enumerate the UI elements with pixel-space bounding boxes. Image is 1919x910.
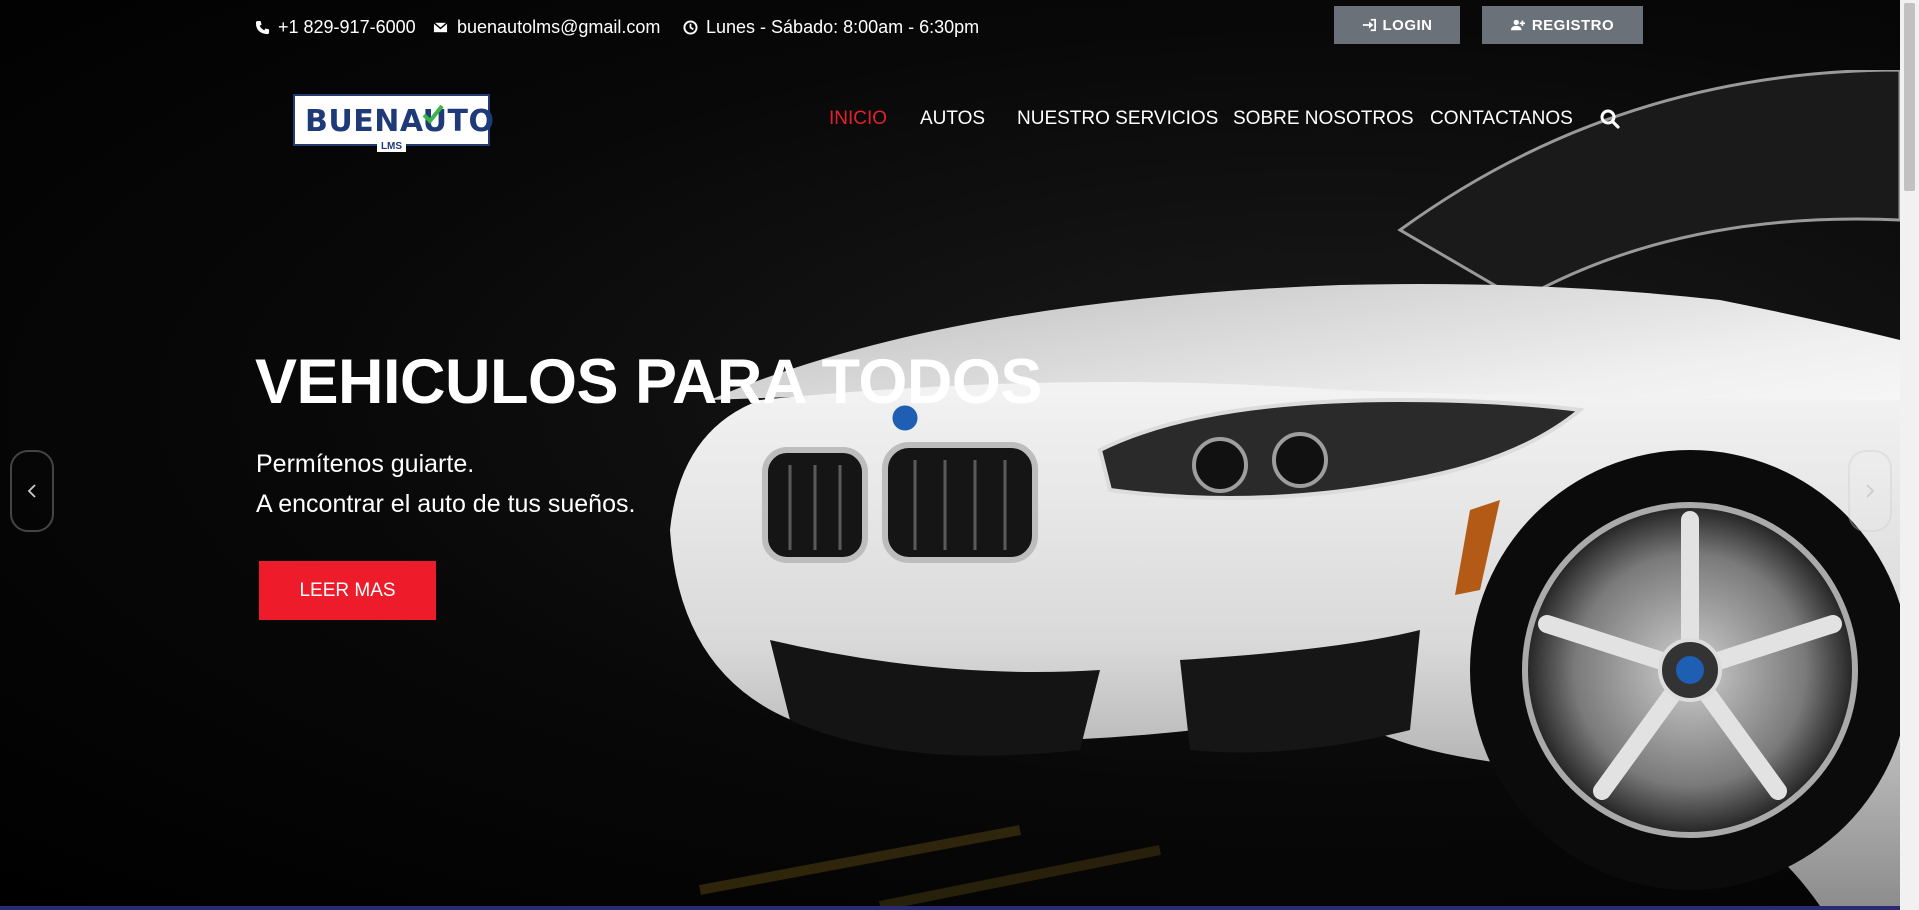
page-bottom-edge [0,906,1900,910]
nav-item-inicio[interactable]: INICIO [829,108,887,130]
login-button[interactable]: LOGIN [1334,6,1460,44]
sign-in-icon [1362,18,1376,32]
chevron-right-icon [1866,484,1875,498]
hours-text: Lunes - Sábado: 8:00am - 6:30pm [706,17,980,37]
scrollbar-thumb[interactable] [1904,3,1915,191]
slider-prev-button[interactable] [10,450,54,532]
phone-text: +1 829-917-6000 [278,17,416,37]
register-button[interactable]: REGISTRO [1482,6,1643,44]
leer-mas-button[interactable]: LEER MAS [259,561,436,620]
hero-subtitle-line-2: A encontrar el auto de tus sueños. [256,490,636,518]
business-hours: Lunes - Sábado: 8:00am - 6:30pm [683,17,979,38]
hero-title: VEHICULOS PARA TODOS [255,347,1042,417]
chevron-left-icon [27,484,36,498]
hero-section: +1 829-917-6000 buenautolms@gmail.com Lu… [0,0,1900,906]
car-image [670,70,1900,906]
login-label: LOGIN [1382,16,1433,34]
logo-subtext: LMS [376,141,407,152]
top-bar: +1 829-917-6000 buenautolms@gmail.com Lu… [0,0,1900,54]
logo-text: BUENAUTO [305,104,495,139]
checkmark-icon [422,104,444,124]
slider-next-button[interactable] [1848,450,1892,532]
site-logo[interactable]: BUENAUTO LMS [293,94,494,152]
email-text: buenautolms@gmail.com [457,17,661,37]
email-contact[interactable]: buenautolms@gmail.com [432,17,660,38]
search-icon[interactable] [1600,109,1620,129]
phone-contact[interactable]: +1 829-917-6000 [255,17,416,38]
clock-icon [683,20,698,35]
nav-item-autos[interactable]: AUTOS [920,108,985,130]
register-label: REGISTRO [1531,16,1615,34]
nav-item-nosotros[interactable]: SOBRE NOSOTROS [1233,108,1414,130]
envelope-icon [433,22,448,33]
phone-icon [255,20,270,35]
nav-item-servicios[interactable]: NUESTRO SERVICIOS [1017,108,1218,130]
user-plus-icon [1510,19,1525,31]
hero-subtitle-line-1: Permítenos guiarte. [256,450,475,478]
nav-item-contactanos[interactable]: CONTACTANOS [1430,108,1573,130]
